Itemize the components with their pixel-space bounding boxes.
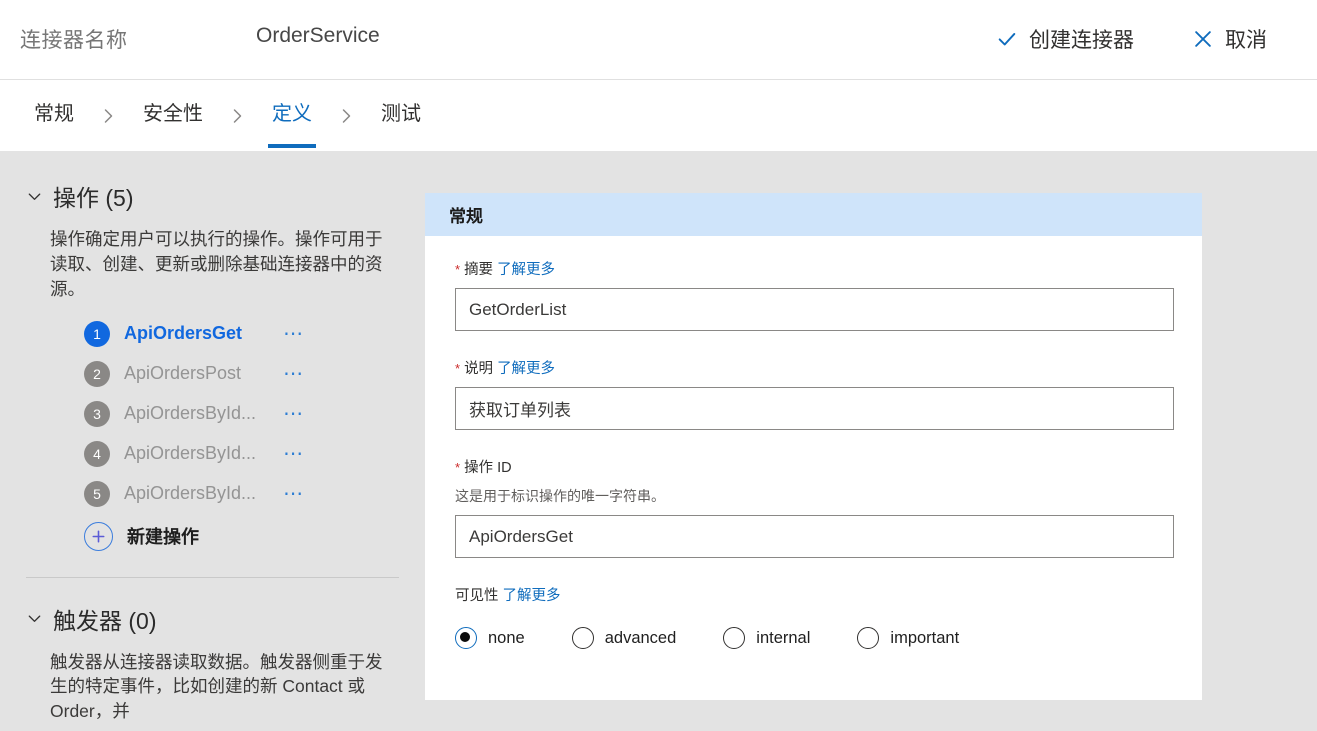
ellipsis-icon[interactable]: ⋯ (281, 403, 307, 425)
check-icon (996, 28, 1018, 50)
visibility-label-row: 可见性 了解更多 (455, 584, 1172, 605)
operation-name: ApiOrdersById... (124, 443, 256, 464)
operation-item-5[interactable]: 5 ApiOrdersById... ⋯ (84, 474, 425, 514)
description-label-row: * 说明 了解更多 (455, 357, 1172, 378)
visibility-label: 可见性 (455, 584, 499, 605)
create-connector-label: 创建连接器 (1029, 24, 1134, 54)
tab-security[interactable]: 安全性 (139, 94, 207, 138)
operation-id-hint: 这是用于标识操作的唯一字符串。 (455, 486, 1172, 506)
summary-learn-more-link[interactable]: 了解更多 (497, 258, 555, 279)
visibility-field-group: 可见性 了解更多 none advanced internal (455, 584, 1172, 649)
operation-index-badge: 3 (84, 401, 110, 427)
card-body: * 摘要 了解更多 * 说明 了解更多 * 操作 ID (425, 236, 1202, 649)
content-area: 操作 (5) 操作确定用户可以执行的操作。操作可用于读取、创建、更新或删除基础连… (0, 151, 1317, 731)
tab-general[interactable]: 常规 (30, 94, 78, 138)
chevron-down-icon (26, 610, 43, 627)
operation-name: ApiOrdersById... (124, 403, 256, 424)
definition-sidebar: 操作 (5) 操作确定用户可以执行的操作。操作可用于读取、创建、更新或删除基础连… (0, 151, 425, 731)
actions-section-header[interactable]: 操作 (5) (0, 179, 425, 213)
triggers-section-description: 触发器从连接器读取数据。触发器侧重于发生的特定事件，比如创建的新 Contact… (0, 650, 425, 725)
radio-icon (572, 627, 594, 649)
operation-name: ApiOrdersPost (124, 363, 241, 384)
cancel-label: 取消 (1225, 24, 1267, 54)
visibility-learn-more-link[interactable]: 了解更多 (503, 584, 561, 605)
chevron-down-icon (26, 188, 43, 205)
visibility-option-advanced[interactable]: advanced (572, 627, 677, 649)
description-input[interactable] (455, 387, 1174, 430)
ellipsis-icon[interactable]: ⋯ (281, 323, 307, 345)
operation-name: ApiOrdersById... (124, 483, 256, 504)
description-field-group: * 说明 了解更多 (455, 357, 1172, 430)
tab-definition[interactable]: 定义 (268, 94, 316, 138)
operation-index-badge: 1 (84, 321, 110, 347)
operation-item-3[interactable]: 3 ApiOrdersById... ⋯ (84, 394, 425, 434)
new-action-button[interactable]: 新建操作 (84, 522, 425, 551)
connector-name-value: OrderService (256, 24, 380, 48)
operations-list: 1 ApiOrdersGet ⋯ 2 ApiOrdersPost ⋯ 3 Api… (0, 314, 425, 551)
ellipsis-icon[interactable]: ⋯ (281, 363, 307, 385)
visibility-option-label: internal (756, 629, 810, 648)
cancel-button[interactable]: 取消 (1190, 20, 1269, 58)
description-label: 说明 (464, 357, 493, 378)
visibility-option-label: advanced (605, 629, 677, 648)
operation-id-label-row: * 操作 ID (455, 456, 1172, 477)
tab-test[interactable]: 测试 (377, 94, 425, 138)
actions-section-description: 操作确定用户可以执行的操作。操作可用于读取、创建、更新或删除基础连接器中的资源。 (0, 227, 425, 302)
chevron-right-icon (101, 107, 116, 125)
visibility-option-important[interactable]: important (857, 627, 959, 649)
wizard-breadcrumb: 常规 安全性 定义 测试 (0, 80, 1317, 151)
triggers-section-title: 触发器 (0) (53, 602, 157, 636)
ellipsis-icon[interactable]: ⋯ (281, 443, 307, 465)
summary-input[interactable] (455, 288, 1174, 331)
chevron-right-icon (339, 107, 354, 125)
operation-id-field-group: * 操作 ID 这是用于标识操作的唯一字符串。 (455, 456, 1172, 558)
connector-name-label: 连接器名称 (20, 24, 128, 54)
operation-item-apiorderspost[interactable]: 2 ApiOrdersPost ⋯ (84, 354, 425, 394)
visibility-option-none[interactable]: none (455, 627, 525, 649)
description-learn-more-link[interactable]: 了解更多 (497, 357, 555, 378)
header-actions: 创建连接器 取消 (994, 20, 1269, 58)
operation-index-badge: 5 (84, 481, 110, 507)
visibility-radio-group: none advanced internal important (455, 627, 1172, 649)
operation-index-badge: 2 (84, 361, 110, 387)
required-asterisk: * (455, 362, 460, 375)
summary-field-group: * 摘要 了解更多 (455, 258, 1172, 331)
required-asterisk: * (455, 461, 460, 474)
operation-id-input[interactable] (455, 515, 1174, 558)
create-connector-button[interactable]: 创建连接器 (994, 20, 1136, 58)
radio-icon (723, 627, 745, 649)
chevron-right-icon (230, 107, 245, 125)
actions-section-title: 操作 (5) (53, 179, 134, 213)
visibility-option-internal[interactable]: internal (723, 627, 810, 649)
operation-id-label: 操作 ID (464, 456, 512, 477)
new-action-label: 新建操作 (127, 523, 199, 549)
card-banner: 常规 (425, 193, 1202, 236)
required-asterisk: * (455, 263, 460, 276)
visibility-option-label: none (488, 629, 525, 648)
triggers-section-header[interactable]: 触发器 (0) (0, 602, 425, 636)
operation-name: ApiOrdersGet (124, 323, 242, 344)
close-icon (1192, 28, 1214, 50)
radio-icon (455, 627, 477, 649)
summary-label-row: * 摘要 了解更多 (455, 258, 1172, 279)
visibility-option-label: important (890, 629, 959, 648)
card-banner-title: 常规 (449, 202, 483, 227)
operation-item-apiordersget[interactable]: 1 ApiOrdersGet ⋯ (84, 314, 425, 354)
operation-index-badge: 4 (84, 441, 110, 467)
radio-icon (857, 627, 879, 649)
general-settings-card: 常规 * 摘要 了解更多 * 说明 了解更多 (425, 193, 1202, 700)
summary-label: 摘要 (464, 258, 493, 279)
ellipsis-icon[interactable]: ⋯ (281, 483, 307, 505)
plus-circle-icon (84, 522, 113, 551)
operation-item-4[interactable]: 4 ApiOrdersById... ⋯ (84, 434, 425, 474)
sidebar-divider (26, 577, 399, 578)
app-header: 连接器名称 OrderService 创建连接器 取消 (0, 0, 1317, 80)
